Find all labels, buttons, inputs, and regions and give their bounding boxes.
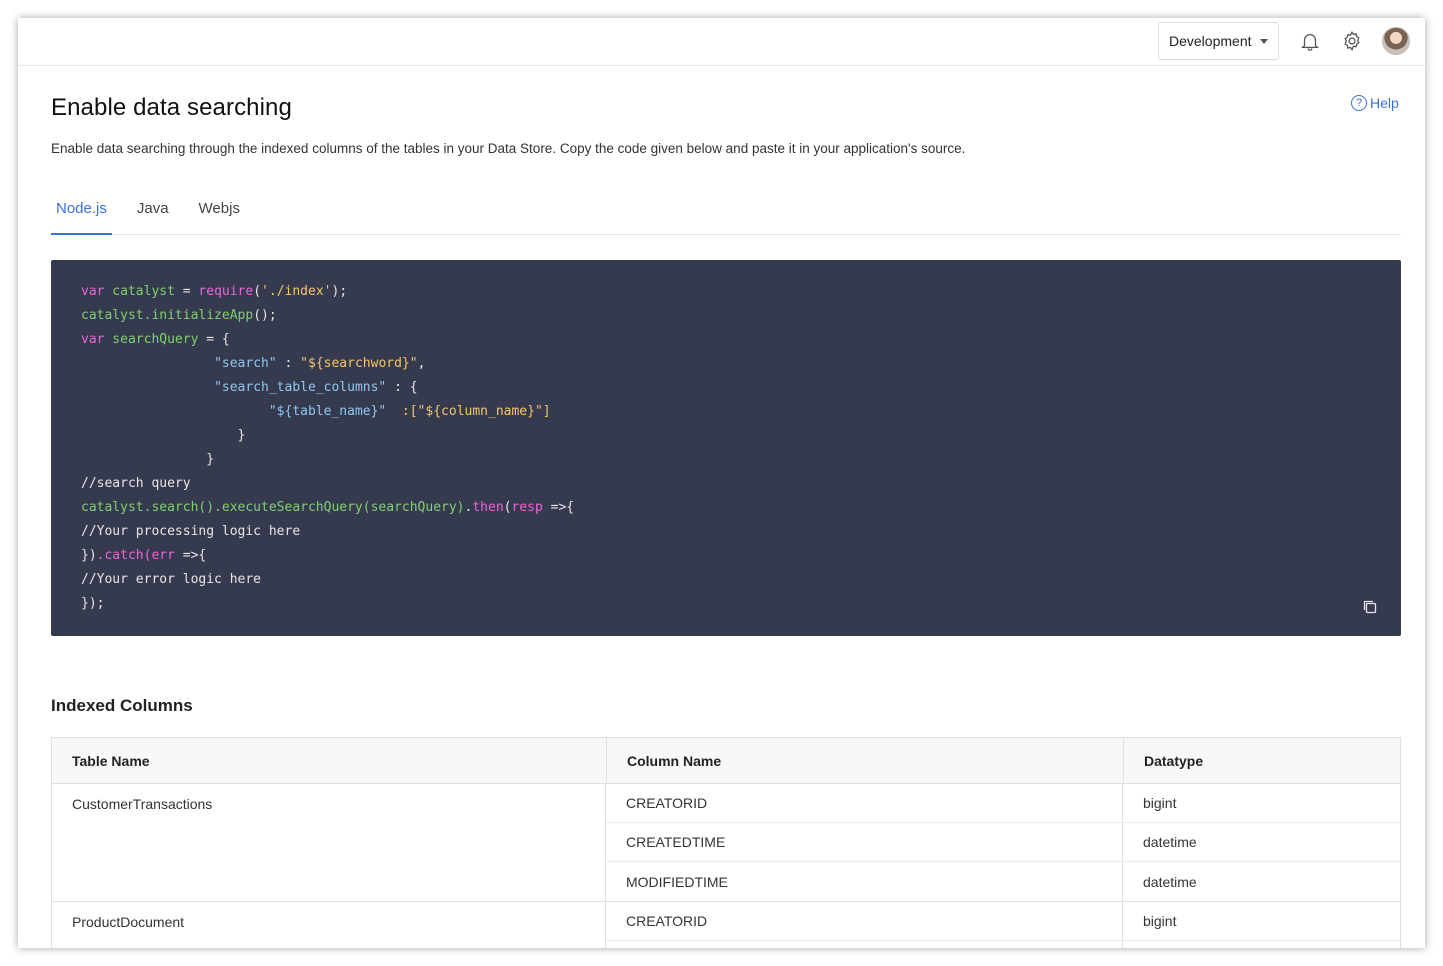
tab-java[interactable]: Java: [132, 190, 174, 235]
code-line: }).catch(err =>{: [81, 548, 207, 563]
code-line: //Your error logic here: [81, 572, 262, 587]
table-group: CustomerTransactions CREATORID bigint CR…: [52, 784, 1400, 902]
datatype-cell: bigint: [1143, 795, 1177, 811]
code-line: });: [81, 596, 105, 611]
datatype-cell: bigint: [1143, 913, 1177, 929]
table-name-cell: CustomerTransactions: [52, 784, 606, 901]
column-name-cell: MODIFIEDTIME: [606, 862, 1123, 901]
datatype-cell: datetime: [1143, 834, 1197, 850]
top-bar: Development: [18, 18, 1425, 66]
column-name-cell: CREATORID: [606, 902, 1123, 940]
table-row: CREATEDTIME datetime: [606, 823, 1400, 862]
code-line: //search query: [81, 476, 191, 491]
code-line: }: [81, 452, 215, 467]
column-name-cell: CREATORID: [606, 784, 1123, 822]
avatar[interactable]: [1382, 27, 1410, 55]
code-line: "search" : "${searchword}",: [214, 356, 426, 371]
code-line: catalyst.search().executeSearchQuery(sea…: [81, 500, 575, 515]
subrows: CREATORID bigint CREATEDTIME datetime MO…: [606, 784, 1400, 901]
subrows: CREATORID bigint: [606, 902, 1400, 948]
code-line: "search_table_columns" : {: [214, 380, 418, 395]
datatype-cell: datetime: [1143, 873, 1197, 890]
environment-dropdown[interactable]: Development: [1158, 22, 1279, 60]
indexed-columns-title: Indexed Columns: [51, 696, 193, 715]
tab-webjs[interactable]: Webjs: [194, 190, 245, 235]
code-line: //Your processing logic here: [81, 524, 301, 539]
code-line: "${table_name}" :["${column_name}"]: [268, 404, 551, 419]
table-row: CREATORID bigint: [606, 784, 1400, 823]
column-name-cell: CREATEDTIME: [606, 823, 1123, 861]
table-name-cell: ProductDocument: [52, 902, 606, 948]
language-tabs: Node.js Java Webjs: [51, 190, 1401, 235]
table-group: ProductDocument CREATORID bigint: [52, 902, 1400, 948]
copy-icon[interactable]: [1363, 600, 1377, 614]
gear-icon[interactable]: [1341, 30, 1363, 52]
table-row: MODIFIEDTIME datetime: [606, 862, 1400, 901]
column-header: Column Name: [607, 738, 1124, 783]
help-icon: ?: [1351, 95, 1367, 111]
column-header: Datatype: [1144, 752, 1204, 769]
table-header: Table Name Column Name Datatype: [52, 738, 1400, 784]
page-description: Enable data searching through the indexe…: [51, 141, 966, 156]
tab-nodejs[interactable]: Node.js: [51, 190, 112, 235]
table-row: CREATORID bigint: [606, 902, 1400, 941]
bell-icon[interactable]: [1299, 30, 1321, 52]
table-row: [606, 941, 1400, 948]
indexed-columns-table: Table Name Column Name Datatype Customer…: [51, 737, 1401, 948]
datatype-cell: [1123, 941, 1400, 948]
environment-label: Development: [1169, 33, 1252, 49]
code-snippet: var catalyst = require('./index'); catal…: [51, 260, 1401, 636]
column-name-cell: [606, 941, 1123, 948]
help-link[interactable]: ? Help: [1351, 95, 1399, 111]
code-line: }: [81, 428, 246, 443]
help-label: Help: [1370, 95, 1399, 111]
page-title: Enable data searching: [51, 94, 292, 121]
app-window: Development Enable data searching ? Help…: [18, 18, 1425, 948]
code-line: var catalyst = require('./index');: [81, 284, 348, 299]
code-line: catalyst.initializeApp();: [81, 308, 277, 323]
column-header: Table Name: [52, 738, 607, 783]
code-line: var searchQuery = {: [81, 332, 230, 347]
caret-down-icon: [1260, 39, 1268, 44]
